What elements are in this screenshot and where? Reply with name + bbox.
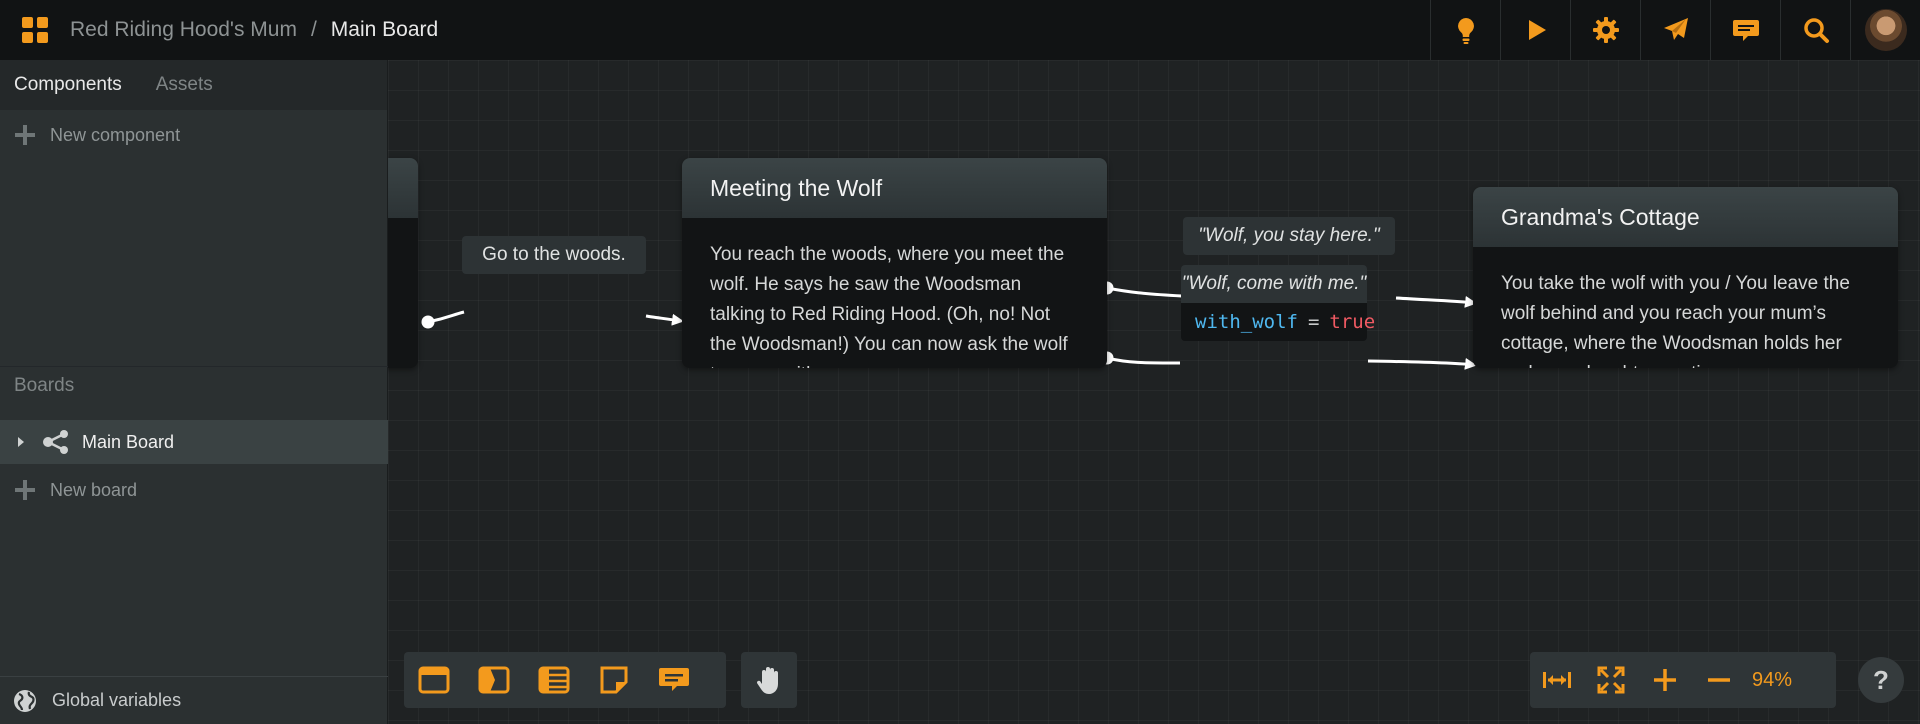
new-component-button[interactable]: New component [0,110,387,160]
condition-variable: with_wolf [1195,311,1298,333]
choice-label-wolf-come[interactable]: "Wolf, come with me." [1181,265,1367,303]
condition-value: true [1329,311,1376,333]
breadcrumb-separator: / [310,18,317,41]
choice-label-go-to-woods[interactable]: Go to the woods. [462,236,646,274]
jumper-icon [478,666,510,694]
condition-operator: = [1307,311,1320,333]
add-collection-button[interactable] [524,652,584,708]
hand-icon [756,667,778,694]
zoom-in-button[interactable] [1638,652,1692,708]
offscreen-node-header [388,158,418,218]
fit-width-button[interactable] [1530,652,1584,708]
fit-screen-button[interactable] [1584,652,1638,708]
add-jumper-button[interactable] [464,652,524,708]
comment-icon [659,668,689,691]
hints-button[interactable] [1430,0,1500,60]
tab-assets[interactable]: Assets [156,74,213,96]
help-button[interactable]: ? [1858,657,1904,703]
boards-heading: Boards [0,366,388,406]
breadcrumb: Red Riding Hood's Mum / Main Board [70,18,438,42]
caret-right-icon[interactable] [14,435,28,449]
breadcrumb-project[interactable]: Red Riding Hood's Mum [70,18,297,42]
node-meeting-the-wolf[interactable]: Meeting the Wolf You reach the woods, wh… [682,158,1107,368]
condition-expression[interactable]: with_wolf = true [1181,303,1375,341]
minus-icon [1708,678,1730,682]
plus-icon [15,480,35,500]
avatar[interactable] [1864,9,1907,51]
node-title: Grandma's Cottage [1473,187,1898,247]
zoom-level[interactable]: 94% [1746,669,1806,692]
node-grandmas-cottage[interactable]: Grandma's Cottage You take the wolf with… [1473,187,1898,368]
new-component-label: New component [50,124,181,145]
new-board-button[interactable]: New board [0,465,388,515]
pan-tool-group [741,652,797,708]
lightbulb-icon [1457,18,1474,44]
node-text: You take the wolf with you / You leave t… [1501,273,1850,368]
breadcrumb-board: Main Board [330,18,439,41]
expand-icon [1597,666,1625,694]
pan-hand-button[interactable] [741,652,797,708]
globe-icon [14,689,36,712]
fit-width-icon [1543,672,1571,688]
top-bar: Red Riding Hood's Mum / Main Board [0,0,1920,60]
plus-icon [15,125,35,145]
add-note-button[interactable] [584,652,644,708]
paper-plane-icon [1663,18,1688,40]
comments-button[interactable] [1710,0,1780,60]
global-variables-button[interactable]: Global variables [0,676,388,724]
zoom-out-button[interactable] [1692,652,1746,708]
play-icon [1528,20,1546,40]
node-title: Meeting the Wolf [682,158,1107,218]
component-toolbar [404,652,726,708]
section-icon [418,666,450,694]
board-tree-icon [43,430,68,454]
play-button[interactable] [1500,0,1570,60]
top-actions [1430,0,1920,60]
sidebar: Components Assets New component Boards M… [0,60,388,724]
sidebar-item-main-board[interactable]: Main Board [0,420,388,464]
choice-label-wolf-stay[interactable]: "Wolf, you stay here." [1183,217,1395,255]
user-menu[interactable] [1850,0,1920,60]
plus-icon [1654,669,1676,691]
node-text: You reach the woods, where you meet the … [710,244,1068,368]
connection-wires [421,281,1477,370]
new-board-label: New board [50,479,138,500]
apps-grid-icon[interactable] [0,0,70,60]
settings-button[interactable] [1570,0,1640,60]
zoom-toolbar: 94% [1530,652,1836,708]
board-item-label: Main Board [82,431,175,452]
note-icon [600,666,628,694]
tab-components[interactable]: Components [14,74,122,96]
search-icon [1803,18,1829,43]
collection-icon [538,666,570,694]
search-button[interactable] [1780,0,1850,60]
publish-button[interactable] [1640,0,1710,60]
chat-icon [1732,20,1759,41]
add-comment-button[interactable] [644,652,704,708]
offscreen-node[interactable] [388,158,418,368]
sidebar-tabs: Components Assets [0,60,387,110]
add-section-button[interactable] [404,652,464,708]
board-canvas[interactable]: Go to the woods. Meeting the Wolf You re… [388,60,1920,724]
global-variables-label: Global variables [52,690,182,710]
gear-icon [1592,17,1619,43]
